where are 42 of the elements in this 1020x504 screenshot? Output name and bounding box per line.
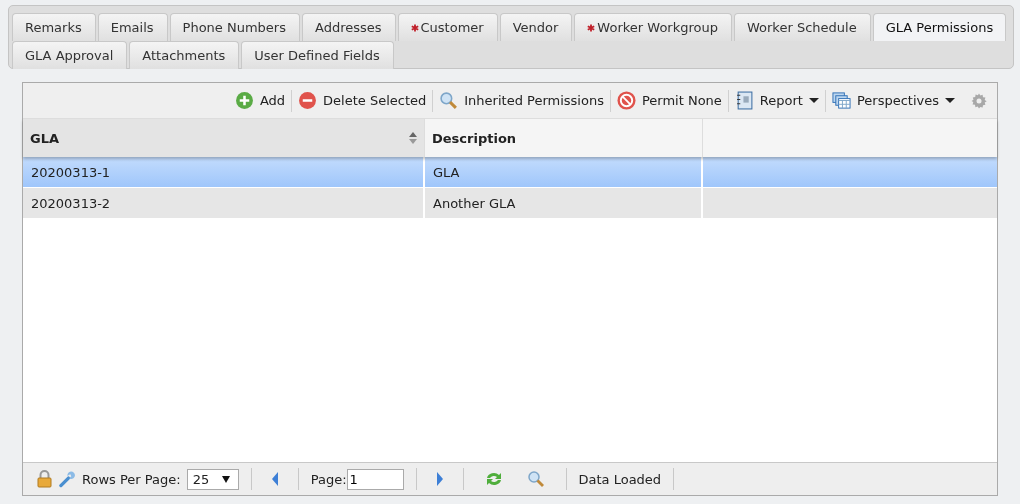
page-input[interactable]: 1 <box>346 468 404 490</box>
page-label: Page: <box>310 471 347 487</box>
column-header[interactable]: Description <box>425 119 703 157</box>
toolbar-button[interactable]: Delete Selected <box>296 91 429 110</box>
tab[interactable]: GLA Approval <box>12 41 128 69</box>
toolbar-button[interactable]: Perspectives <box>829 91 957 110</box>
column-header[interactable]: GLA <box>23 119 425 157</box>
rows-per-page-label: Rows Per Page: <box>82 471 181 487</box>
prohibited-icon <box>616 91 636 110</box>
table-row[interactable]: 20200313-2 Another GLA <box>23 188 997 219</box>
rows-per-page-select[interactable]: 25 <box>186 468 239 490</box>
table-row[interactable]: 20200313-1 GLA <box>23 157 997 188</box>
add-icon <box>234 91 254 110</box>
windows-icon <box>831 91 851 110</box>
tab[interactable]: Customer <box>397 13 498 41</box>
search-icon <box>439 91 459 110</box>
tab[interactable]: GLA Permissions <box>872 13 1007 41</box>
tab[interactable]: Worker Schedule <box>733 13 871 41</box>
tab[interactable]: Emails <box>97 13 168 41</box>
tab[interactable]: Attachments <box>129 41 240 69</box>
notebook-icon <box>734 91 754 110</box>
toolbar-button[interactable]: Permit None <box>614 91 724 110</box>
lock-icon[interactable] <box>36 470 53 488</box>
wrench-icon[interactable] <box>59 470 76 488</box>
tab[interactable]: User Defined Fields <box>241 41 394 69</box>
toolbar-button[interactable]: Report <box>732 91 821 110</box>
toolbar-button[interactable]: Inherited Permissions <box>437 91 606 110</box>
search-icon[interactable] <box>525 470 546 488</box>
status-text: Data Loaded <box>578 471 662 487</box>
sort-icon[interactable] <box>408 131 418 145</box>
tab[interactable]: Vendor <box>499 13 573 41</box>
table-cell: Another GLA <box>425 188 703 218</box>
table-cell: 20200313-2 <box>23 188 425 218</box>
previous-page-icon[interactable] <box>269 471 280 487</box>
tab[interactable]: Worker Workgroup <box>574 13 732 41</box>
tab[interactable]: Remarks <box>12 13 96 41</box>
tab[interactable]: Addresses <box>302 13 396 41</box>
toolbar-button[interactable]: Add <box>232 91 288 110</box>
settings-icon[interactable] <box>971 92 987 109</box>
next-page-icon[interactable] <box>434 471 445 487</box>
minus-icon <box>298 91 318 110</box>
tab[interactable]: Phone Numbers <box>169 13 300 41</box>
